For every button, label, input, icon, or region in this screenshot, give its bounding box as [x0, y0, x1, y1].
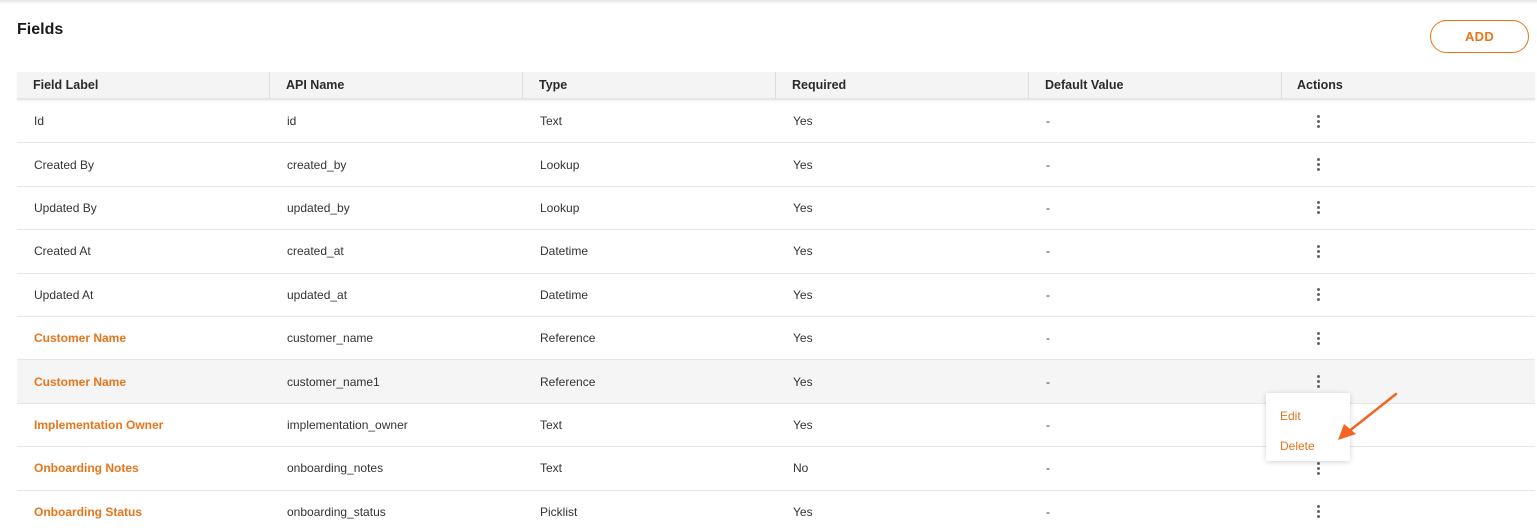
default-value-cell: - — [1046, 417, 1050, 432]
required-cell: Yes — [793, 157, 813, 172]
type-cell: Reference — [540, 374, 596, 389]
more-options-icon[interactable] — [1308, 285, 1328, 305]
more-options-icon[interactable] — [1308, 372, 1328, 392]
more-options-icon[interactable] — [1308, 241, 1328, 261]
actions-cell — [1282, 100, 1535, 142]
field-label-cell[interactable]: Implementation Owner — [17, 404, 270, 446]
required-cell: Yes — [793, 287, 813, 302]
column-header-required[interactable]: Required — [776, 72, 1029, 98]
column-header-actions: Actions — [1297, 78, 1343, 92]
api-name-cell: customer_name — [287, 331, 374, 346]
type-cell: Lookup — [540, 157, 580, 172]
more-options-icon[interactable] — [1308, 111, 1328, 131]
table-body: Id id Text Yes - Created By created_by Lookup Ye… — [17, 100, 1535, 532]
required-cell: No — [793, 461, 809, 476]
required-cell: Yes — [793, 331, 813, 346]
more-options-icon[interactable] — [1308, 155, 1328, 175]
type-cell: Reference — [540, 331, 596, 346]
table-header: Field Label API Name Type Required Defau… — [17, 72, 1535, 100]
default-value-cell: - — [1046, 157, 1050, 172]
table-row: Id id Text Yes - — [17, 100, 1535, 144]
field-label-cell: Created By — [34, 157, 95, 172]
column-header-api-name[interactable]: API Name — [270, 72, 523, 98]
table-row: Updated At updated_at Datetime Yes - — [17, 274, 1535, 317]
column-header-default-value[interactable]: Default Value — [1029, 72, 1282, 98]
actions-cell — [1282, 491, 1535, 532]
table-row: Created By created_by Lookup Yes - — [17, 143, 1535, 187]
table-row: Customer Name customer_name Reference Yes - — [17, 317, 1535, 361]
type-cell: Picklist — [540, 504, 578, 519]
page-title: Fields — [17, 21, 64, 38]
field-label-cell: Updated At — [34, 287, 94, 302]
actions-cell — [1282, 187, 1535, 229]
type-cell: Datetime — [540, 244, 589, 259]
default-value-cell: - — [1046, 287, 1050, 302]
default-value-cell: - — [1046, 244, 1050, 259]
api-name-cell: created_by — [287, 157, 347, 172]
actions-cell — [1282, 274, 1535, 316]
default-value-cell: - — [1046, 200, 1050, 215]
default-value-cell: - — [1046, 461, 1050, 476]
default-value-cell: - — [1046, 331, 1050, 346]
annotation-arrow-icon — [1338, 392, 1398, 440]
required-cell: Yes — [793, 417, 813, 432]
field-label-cell: Id — [34, 114, 45, 129]
field-label-cell: Updated By — [34, 200, 97, 215]
table-row: Updated By updated_by Lookup Yes - — [17, 187, 1535, 231]
type-cell: Text — [540, 461, 563, 476]
api-name-cell: customer_name1 — [287, 374, 380, 389]
actions-cell — [1282, 143, 1535, 185]
default-value-cell: - — [1046, 114, 1050, 129]
required-cell: Yes — [793, 244, 813, 259]
more-options-icon[interactable] — [1308, 198, 1328, 218]
field-label-cell: Created At — [34, 244, 91, 259]
api-name-cell: updated_at — [287, 287, 348, 302]
field-label-cell[interactable]: Onboarding Notes — [17, 447, 270, 489]
field-label-cell[interactable]: Onboarding Status — [17, 491, 270, 532]
required-cell: Yes — [793, 374, 813, 389]
api-name-cell: onboarding_notes — [287, 461, 384, 476]
api-name-cell: implementation_owner — [287, 417, 408, 432]
type-cell: Text — [540, 114, 563, 129]
add-field-button[interactable]: ADD — [1430, 20, 1529, 53]
more-options-icon[interactable] — [1308, 502, 1328, 522]
api-name-cell: created_at — [287, 244, 344, 259]
field-label-cell[interactable]: Customer Name — [17, 360, 270, 402]
required-cell: Yes — [793, 504, 813, 519]
table-row: Created At created_at Datetime Yes - — [17, 230, 1535, 274]
fields-page: Fields ADD Field Label API Name Type Req… — [0, 0, 1537, 532]
default-value-cell: - — [1046, 504, 1050, 519]
required-cell: Yes — [793, 200, 813, 215]
api-name-cell: id — [287, 114, 297, 129]
actions-cell — [1282, 230, 1535, 272]
fields-table: Field Label API Name Type Required Defau… — [17, 72, 1535, 532]
type-cell: Datetime — [540, 287, 589, 302]
default-value-cell: - — [1046, 374, 1050, 389]
table-row: Onboarding Status onboarding_status Pickli… — [17, 491, 1535, 532]
top-divider — [0, 0, 1537, 4]
type-cell: Lookup — [540, 200, 580, 215]
more-options-icon[interactable] — [1308, 458, 1328, 478]
more-options-icon[interactable] — [1308, 328, 1328, 348]
api-name-cell: updated_by — [287, 200, 350, 215]
field-label-cell[interactable]: Customer Name — [17, 317, 270, 359]
required-cell: Yes — [793, 114, 813, 129]
column-header-field-label[interactable]: Field Label — [17, 72, 270, 98]
type-cell: Text — [540, 417, 563, 432]
actions-cell — [1282, 317, 1535, 359]
api-name-cell: onboarding_status — [287, 504, 386, 519]
column-header-type[interactable]: Type — [523, 72, 776, 98]
